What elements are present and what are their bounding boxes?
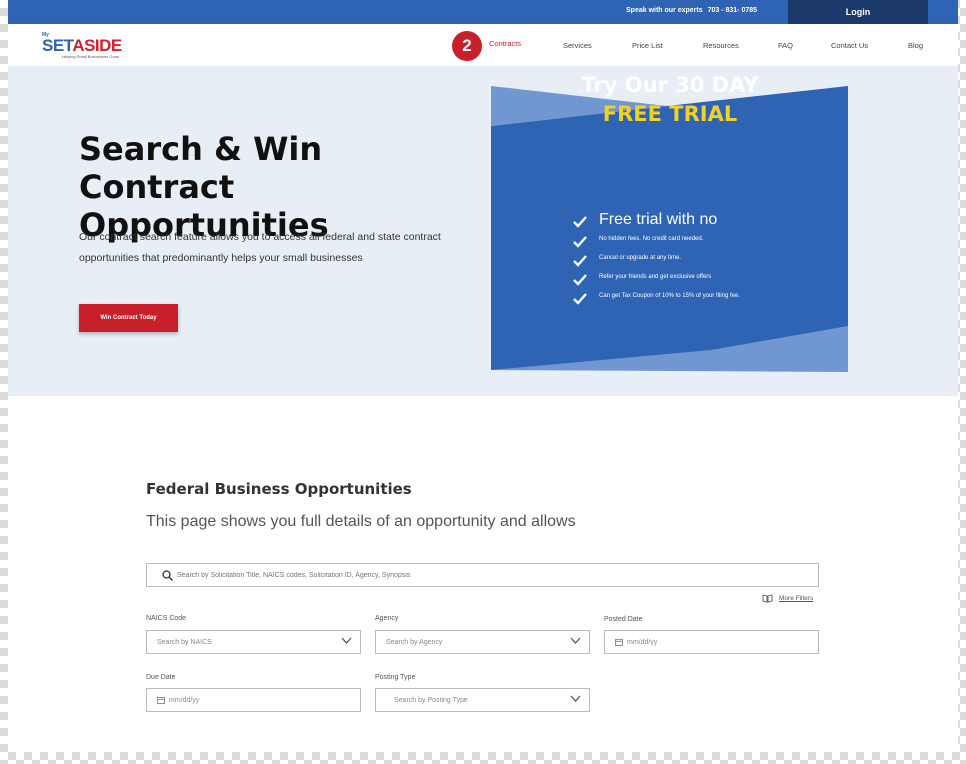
posting-type-placeholder: Search by Posting Type (394, 697, 468, 704)
nav-contracts[interactable]: Contracts (489, 39, 521, 48)
nav-price-list[interactable]: Price List (632, 41, 663, 50)
check-icon (573, 293, 587, 305)
posted-date-label: Posted Date (604, 616, 643, 623)
nav-resources[interactable]: Resources (703, 41, 739, 50)
trial-feature-text: Free trial with no (599, 211, 718, 228)
trial-feature-text: Can get Tax Coupon of 10% to 15% of your… (599, 293, 740, 299)
phone-number[interactable]: 703 - 831- 0785 (708, 7, 757, 14)
check-icon (573, 216, 587, 228)
naics-label: NAICS Code (146, 615, 187, 622)
login-button[interactable]: Login (788, 0, 928, 24)
page: Speak with our experts 703 - 831- 0785 L… (8, 0, 958, 752)
trial-panel (491, 86, 848, 372)
contact-phone-text: Speak with our experts 703 - 831- 0785 (626, 7, 757, 14)
calendar-icon (157, 697, 165, 704)
posted-date-field[interactable]: mm/dd/yy (604, 630, 819, 654)
posting-type-select[interactable]: Search by Posting Type (375, 688, 590, 712)
due-date-field[interactable]: mm/dd/yy (146, 688, 361, 712)
check-icon (573, 274, 587, 286)
check-icon (573, 236, 587, 248)
due-date-label: Due Date (146, 674, 176, 681)
trial-subtitle: FREE TRIAL (602, 102, 738, 126)
more-filters-link[interactable]: More Filters (762, 594, 813, 603)
trial-feature-text: Cancel or upgrade at any time. (599, 255, 682, 261)
opportunity-search[interactable] (146, 563, 819, 587)
speak-label: Speak with our experts (626, 7, 703, 14)
check-icon (573, 255, 587, 267)
nav-blog[interactable]: Blog (908, 41, 923, 50)
logo-wordmark: SETASIDE (42, 36, 122, 56)
book-icon (762, 594, 773, 603)
step-badge: 2 (452, 31, 482, 61)
trial-title: Try Our 30 DAY (581, 73, 759, 97)
posting-type-label: Posting Type (375, 674, 416, 681)
site-header: My SETASIDE Helping Small Businesses Gro… (8, 24, 958, 66)
calendar-icon (615, 639, 623, 646)
chevron-down-icon (570, 637, 581, 644)
naics-placeholder: Search by NAICS (157, 639, 212, 646)
agency-placeholder: Search by Agency (386, 639, 443, 646)
naics-select[interactable]: Search by NAICS (146, 630, 361, 654)
search-input[interactable] (177, 568, 797, 582)
more-filters-label: More Filters (779, 595, 814, 602)
search-icon (162, 570, 173, 581)
federal-title: Federal Business Opportunities (146, 480, 412, 498)
logo[interactable]: My SETASIDE Helping Small Businesses Gro… (40, 32, 130, 60)
nav-services[interactable]: Services (563, 41, 592, 50)
federal-description: This page shows you full details of an o… (146, 513, 576, 530)
nav-contact-us[interactable]: Contact Us (831, 41, 868, 50)
chevron-down-icon (341, 637, 352, 644)
trial-feature-text: No hidden fees. No credit card needed. (599, 236, 704, 242)
chevron-down-icon (570, 695, 581, 702)
due-date-placeholder: mm/dd/yy (169, 697, 200, 704)
nav-faq[interactable]: FAQ (778, 41, 793, 50)
trial-feature-text: Refer your friends and get exclusive off… (599, 274, 712, 280)
agency-select[interactable]: Search by Agency (375, 630, 590, 654)
logo-tagline: Helping Small Businesses Grow (62, 54, 119, 59)
hero-description: Our contract search feature allows you t… (79, 231, 441, 264)
posted-date-placeholder: mm/dd/yy (627, 639, 658, 646)
logo-aside: ASIDE (72, 36, 122, 55)
top-bar: Speak with our experts 703 - 831- 0785 L… (8, 0, 958, 24)
agency-label: Agency (375, 615, 399, 622)
win-contract-button[interactable]: Win Contract Today (79, 304, 178, 332)
logo-set: SET (42, 36, 73, 55)
